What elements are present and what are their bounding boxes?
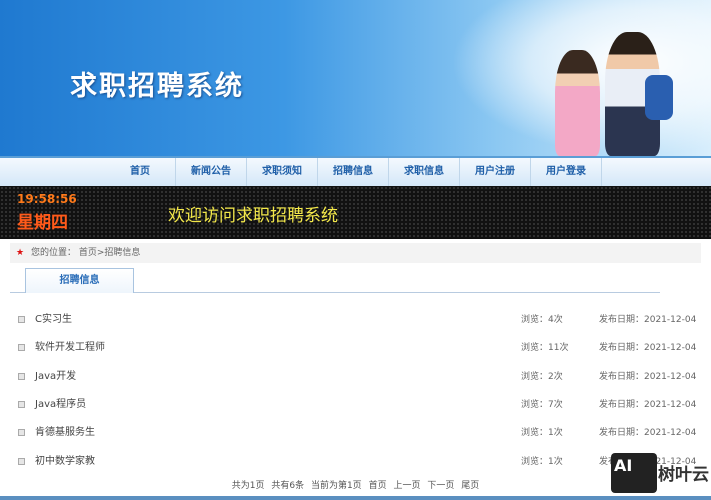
bullet-icon	[18, 344, 25, 351]
nav-login[interactable]: 用户登录	[531, 158, 602, 186]
nav-home[interactable]: 首页	[105, 158, 176, 186]
nav-job-seeking[interactable]: 求职信息	[389, 158, 460, 186]
star-icon: ★	[16, 248, 25, 258]
pager-current: 当前为第1页	[310, 481, 362, 491]
publish-date: 发布日期：2021-12-04	[599, 343, 697, 353]
list-item[interactable]: C实习生 浏览：4次 发布日期：2021-12-04	[0, 310, 711, 330]
view-count: 浏览：1次	[521, 428, 563, 438]
led-ticker: 19:58:56 星期四 欢迎访问求职招聘系统	[0, 186, 711, 239]
job-title[interactable]: 初中数学家教	[35, 452, 95, 472]
nav-job-guide[interactable]: 求职须知	[247, 158, 318, 186]
watermark-text: 树叶云	[658, 465, 709, 485]
view-count: 浏览：7次	[521, 400, 563, 410]
site-title: 求职招聘系统	[70, 71, 244, 102]
clock-time: 19:58:56	[17, 192, 77, 206]
job-title[interactable]: Java开发	[35, 367, 76, 387]
view-count: 浏览：11次	[521, 343, 569, 353]
nav-recruitment[interactable]: 招聘信息	[318, 158, 389, 186]
tab-recruitment[interactable]: 招聘信息	[25, 268, 134, 293]
view-count: 浏览：1次	[521, 457, 563, 467]
pagination: 共为1页 共有6条 当前为第1页 首页 上一页 下一页 尾页	[0, 478, 711, 491]
bullet-icon	[18, 458, 25, 465]
list-item[interactable]: Java开发 浏览：2次 发布日期：2021-12-04	[0, 367, 711, 387]
pager-next[interactable]: 下一页	[427, 481, 454, 491]
tab-bar: 招聘信息	[10, 268, 660, 293]
bullet-icon	[18, 373, 25, 380]
bullet-icon	[18, 316, 25, 323]
bullet-icon	[18, 401, 25, 408]
list-item[interactable]: 肯德基服务生 浏览：1次 发布日期：2021-12-04	[0, 423, 711, 443]
publish-date: 发布日期：2021-12-04	[599, 372, 697, 382]
nav-news[interactable]: 新闻公告	[176, 158, 247, 186]
publish-date: 发布日期：2021-12-04	[599, 428, 697, 438]
bullet-icon	[18, 429, 25, 436]
job-title[interactable]: 肯德基服务生	[35, 423, 95, 443]
pager-total-items: 共有6条	[271, 481, 305, 491]
job-title[interactable]: C实习生	[35, 310, 72, 330]
job-title[interactable]: 软件开发工程师	[35, 338, 105, 358]
pager-last[interactable]: 尾页	[461, 481, 479, 491]
footer-line	[0, 496, 711, 500]
nav-register[interactable]: 用户注册	[460, 158, 531, 186]
view-count: 浏览：2次	[521, 372, 563, 382]
welcome-message: 欢迎访问求职招聘系统	[168, 206, 338, 226]
watermark-logo: AI	[611, 453, 657, 493]
banner-student-girl	[555, 50, 600, 156]
breadcrumb: ★ 您的位置： 首页>招聘信息	[10, 243, 701, 263]
clock-weekday: 星期四	[17, 213, 68, 233]
list-item[interactable]: 初中数学家教浏览：1次发布日期：2021-12-04	[0, 452, 711, 472]
breadcrumb-label: 您的位置：	[30, 248, 76, 258]
publish-date: 发布日期：2021-12-04	[599, 315, 697, 325]
list-item[interactable]: 软件开发工程师 浏览：11次 发布日期：2021-12-04	[0, 338, 711, 358]
publish-date: 发布日期：2021-12-04	[599, 400, 697, 410]
pager-first[interactable]: 首页	[369, 481, 387, 491]
pager-prev[interactable]: 上一页	[393, 481, 420, 491]
job-title[interactable]: Java程序员	[35, 395, 86, 415]
main-nav: 首页 新闻公告 求职须知 招聘信息 求职信息 用户注册 用户登录	[0, 156, 711, 186]
banner-backpack	[645, 75, 673, 120]
view-count: 浏览：4次	[521, 315, 563, 325]
header-banner: 求职招聘系统	[0, 0, 711, 156]
pager-total-pages: 共为1页	[231, 481, 265, 491]
list-item[interactable]: Java程序员 浏览：7次 发布日期：2021-12-04	[0, 395, 711, 415]
breadcrumb-path[interactable]: 首页>招聘信息	[79, 248, 141, 258]
